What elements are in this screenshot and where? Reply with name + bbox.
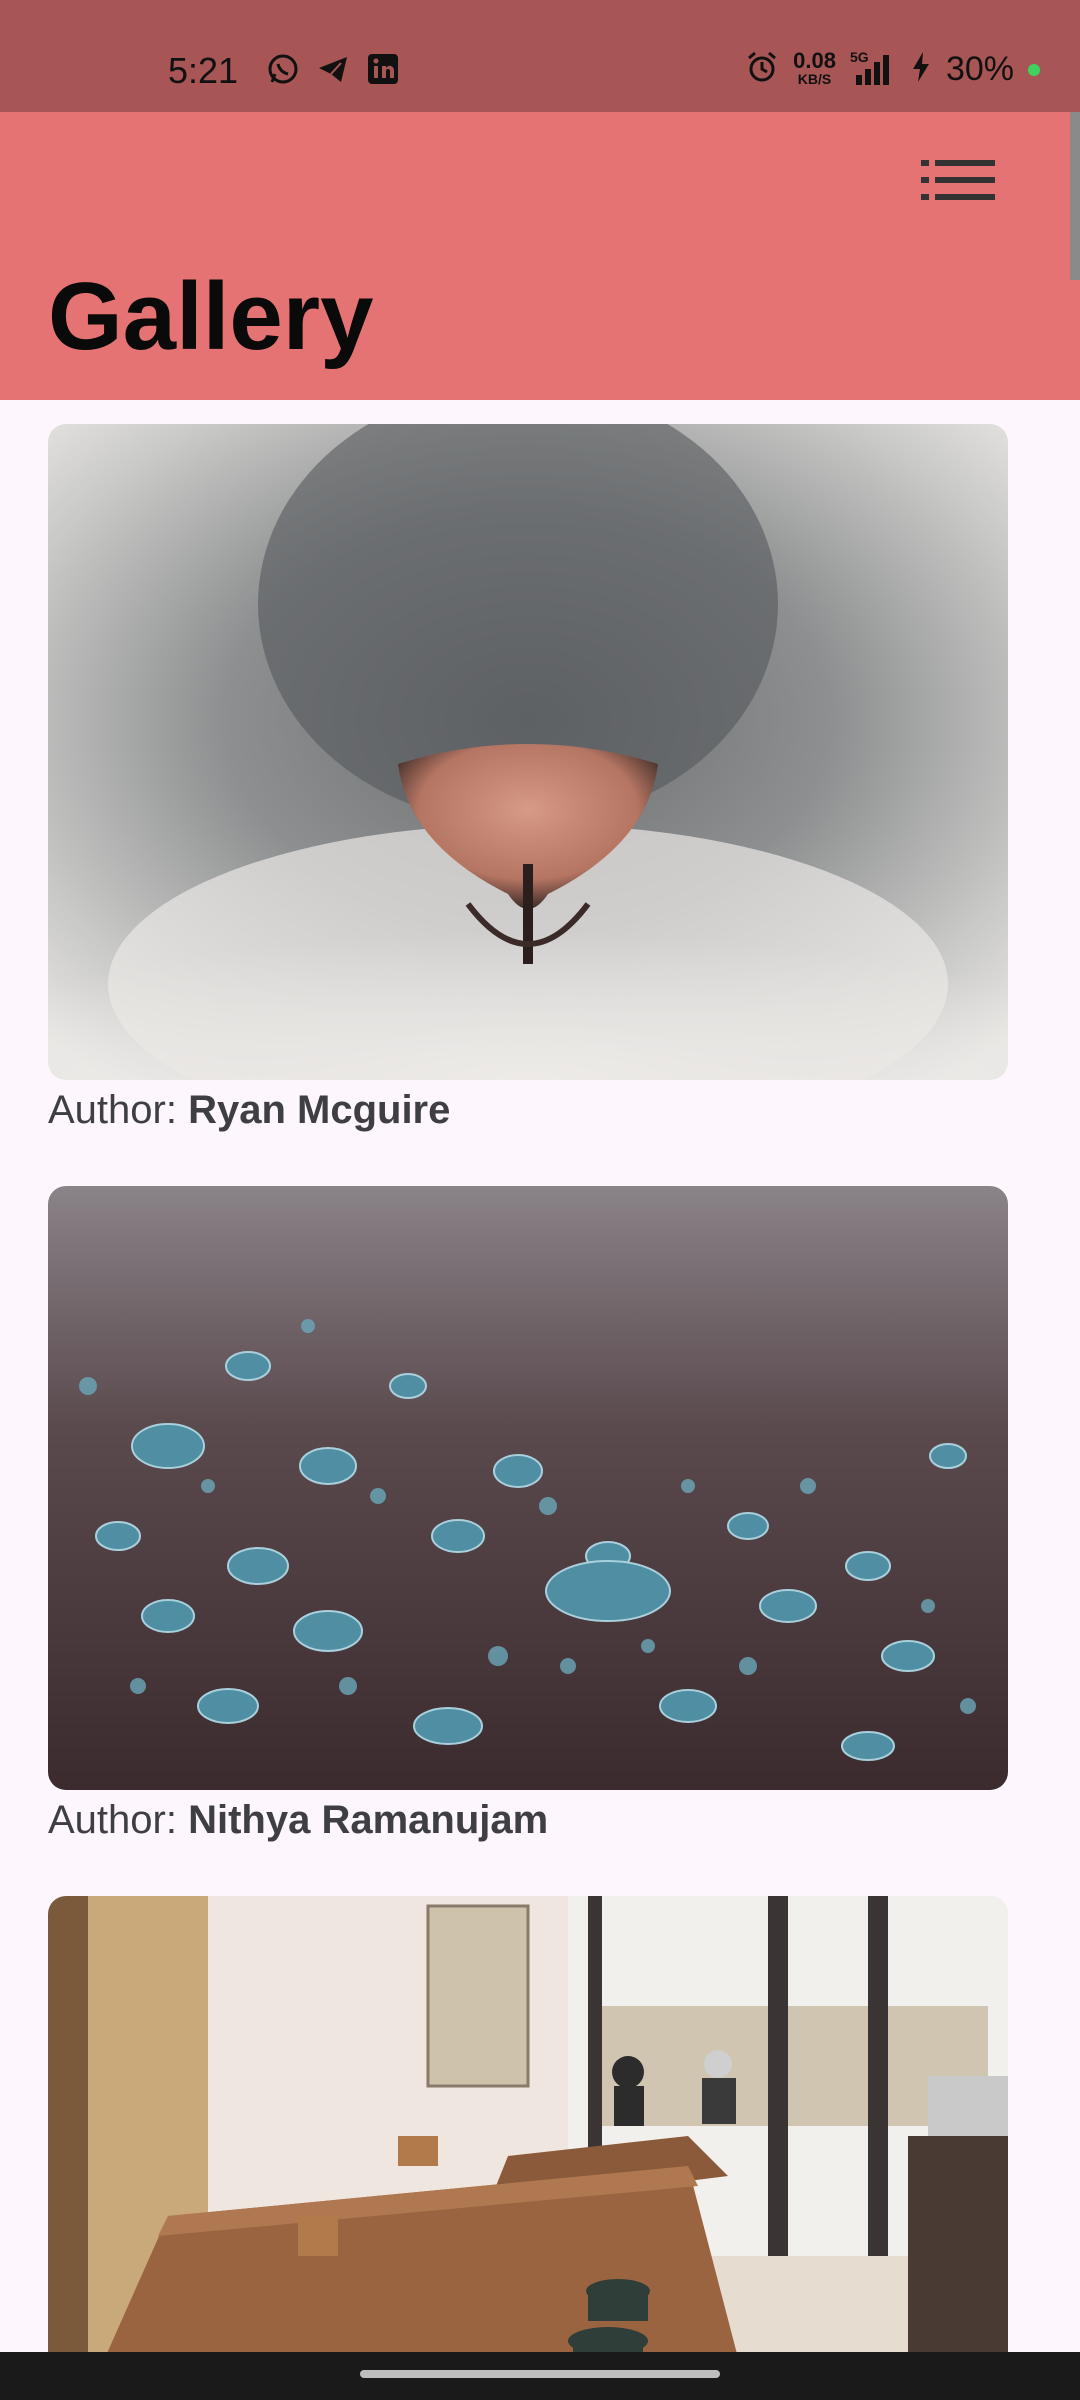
author-caption: Author: Nithya Ramanujam — [48, 1796, 1008, 1844]
author-name: Ryan Mcguire — [188, 1088, 451, 1132]
gallery-card[interactable]: Author: Nithya Ramanujam — [48, 1186, 1008, 1844]
gallery-card[interactable]: Author: Ryan Mcguire — [48, 424, 1008, 1134]
list-menu-button[interactable] — [918, 152, 998, 212]
net-speed-unit: KB/S — [797, 70, 832, 87]
gallery-image-water-droplets[interactable] — [48, 1186, 1008, 1790]
net-speed-value: 0.08 — [793, 47, 836, 73]
signal-icon: 5G — [850, 49, 896, 87]
battery-level: 30% — [945, 50, 1014, 88]
gallery-list[interactable]: Author: Ryan Mcguire Author: Nithya Rama… — [48, 424, 1008, 2396]
author-name: Nithya Ramanujam — [188, 1798, 549, 1842]
net-speed: 0.08 KB/S — [793, 47, 836, 88]
charging-icon — [910, 50, 932, 89]
author-label: Author: — [48, 1798, 189, 1842]
author-caption: Author: Ryan Mcguire — [48, 1086, 1008, 1134]
telegram-icon — [316, 52, 350, 86]
gallery-image-cat-nose[interactable] — [48, 424, 1008, 1080]
navigation-bar — [0, 2352, 1080, 2400]
gallery-card[interactable] — [48, 1896, 1008, 2396]
list-icon — [921, 158, 995, 207]
notification-icons — [266, 52, 400, 86]
linkedin-icon — [366, 52, 400, 86]
gallery-image-cafe[interactable] — [48, 1896, 1008, 2396]
home-gesture-handle[interactable] — [360, 2370, 720, 2378]
status-time: 5:21 — [168, 50, 239, 91]
app-bar: Gallery — [0, 112, 1080, 400]
page-title: Gallery — [48, 263, 374, 370]
author-label: Author: — [48, 1088, 189, 1132]
scrollbar[interactable] — [1070, 112, 1080, 280]
status-bar: 5:21 0.08 KB/S 5G 30% — [0, 0, 1080, 112]
alarm-icon — [745, 50, 779, 89]
whatsapp-icon — [266, 52, 300, 86]
privacy-indicator — [1028, 63, 1040, 76]
system-icons: 0.08 KB/S 5G 30% — [745, 47, 1040, 89]
